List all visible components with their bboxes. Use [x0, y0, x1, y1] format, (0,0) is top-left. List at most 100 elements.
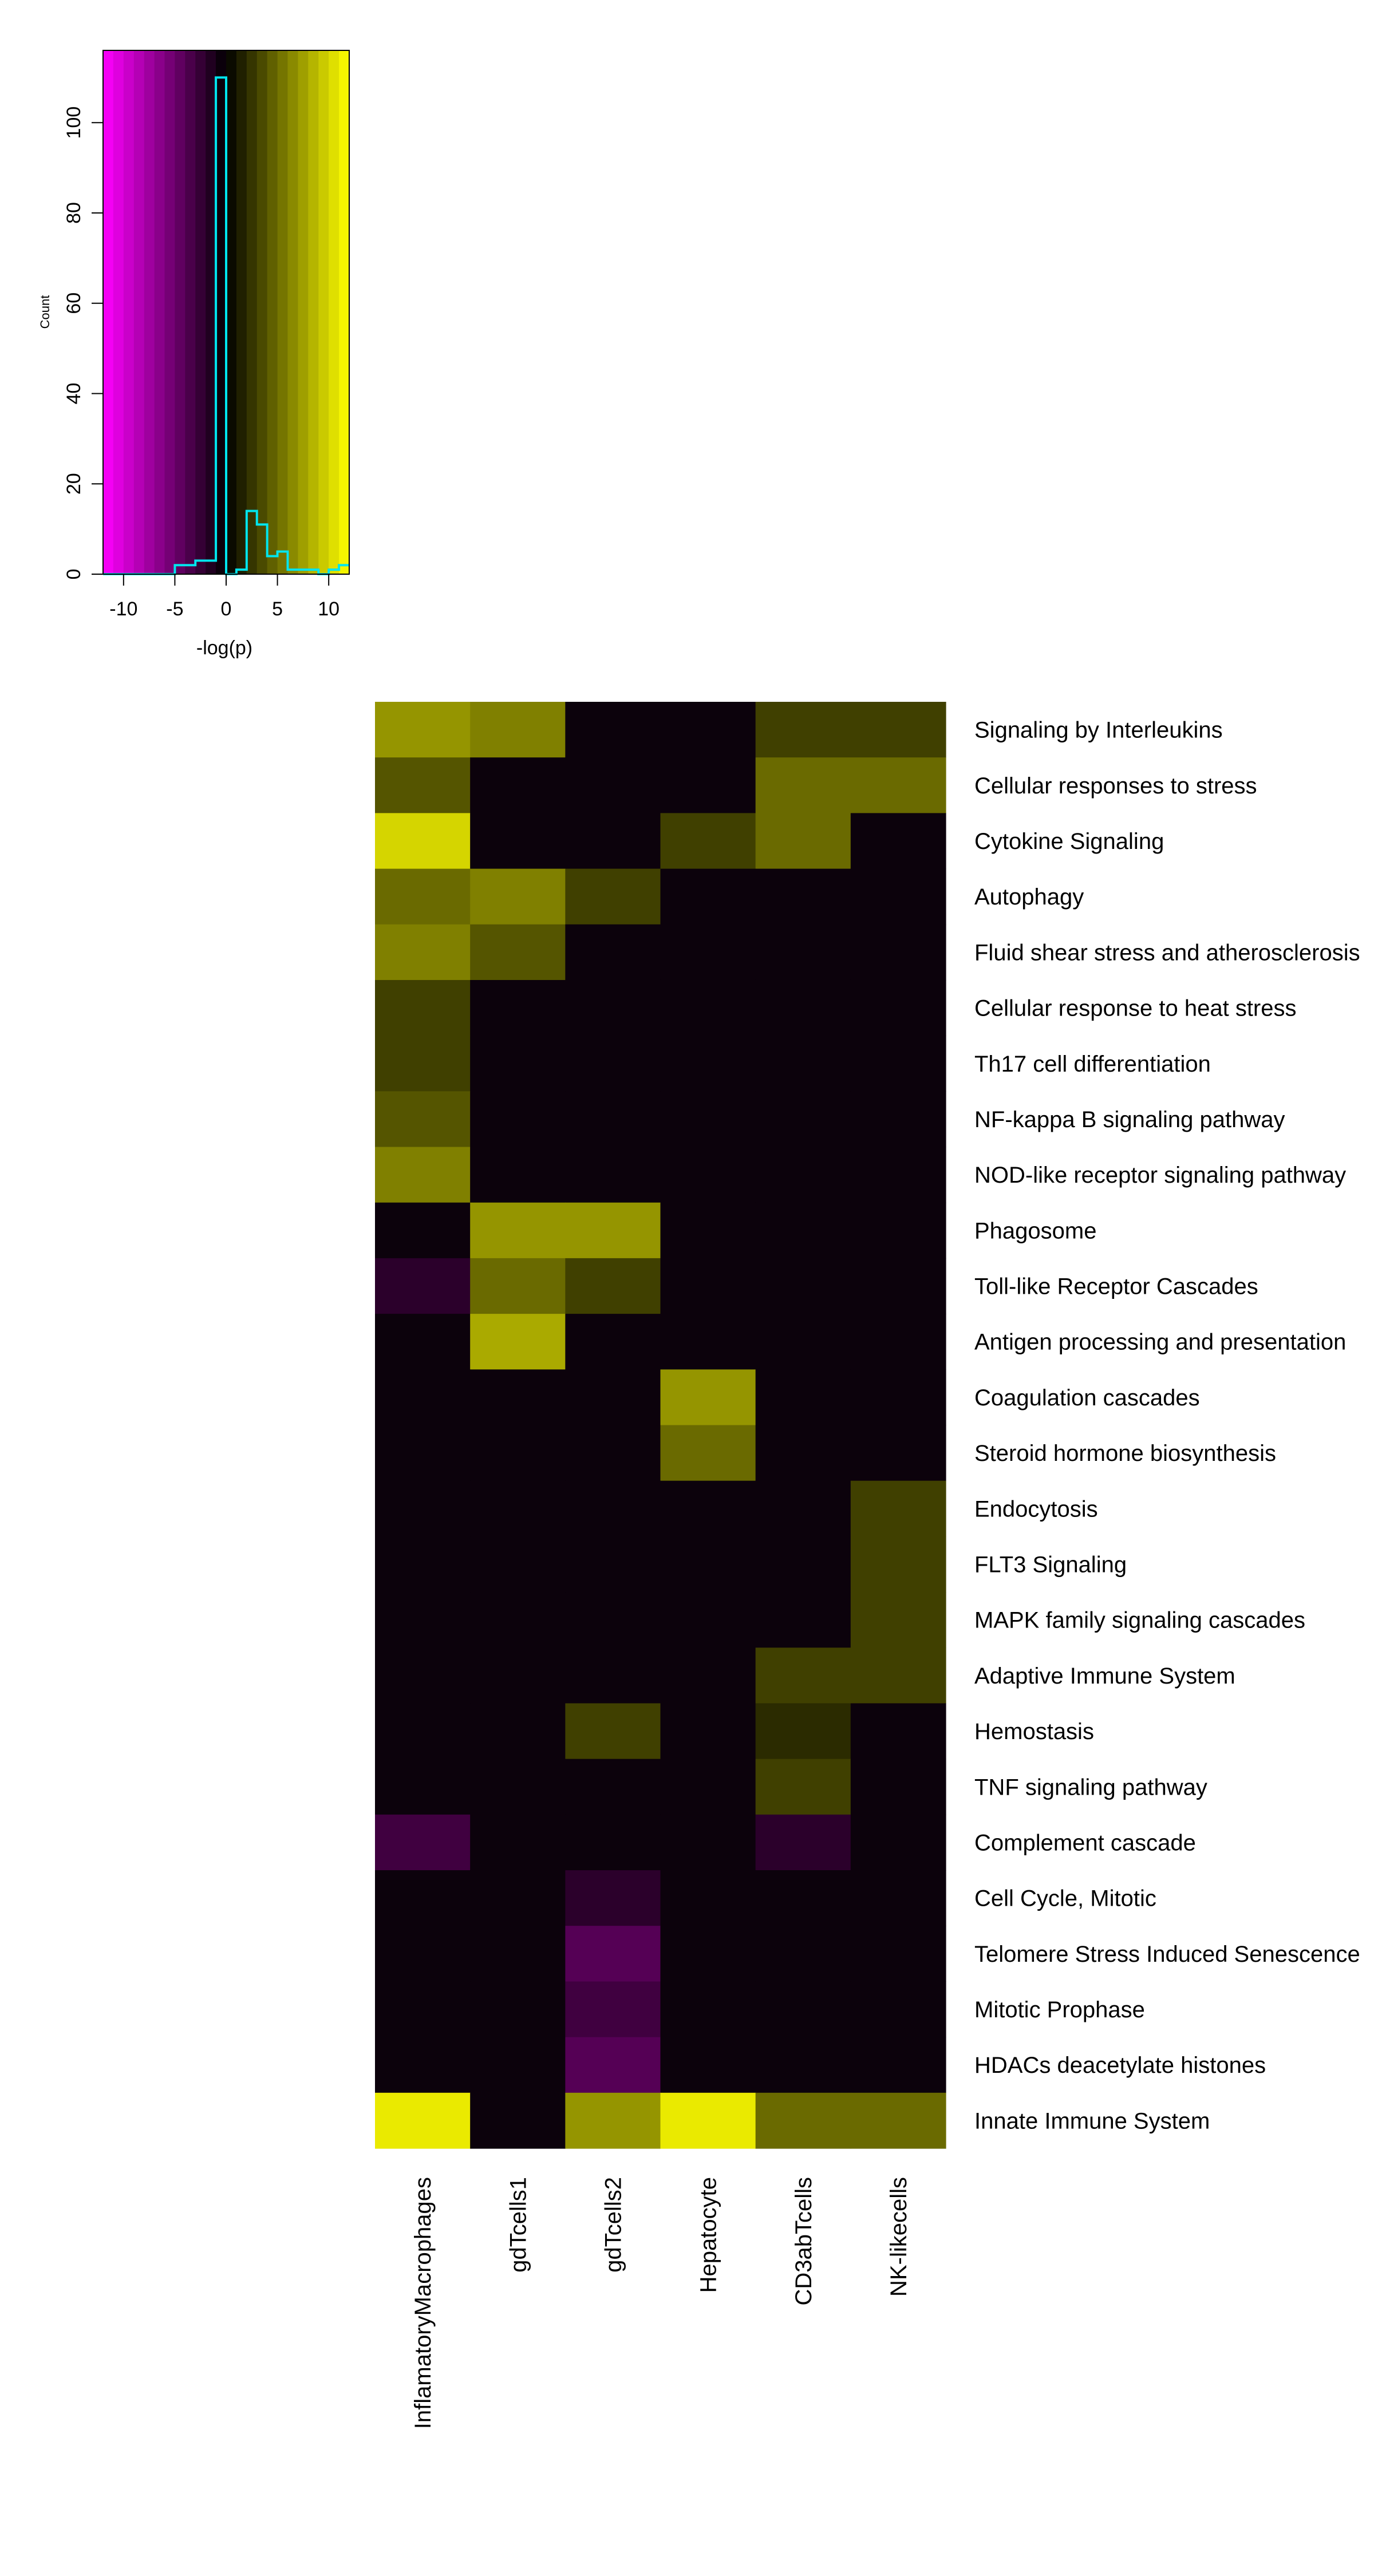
y-tick-label: 0 [63, 569, 85, 580]
heatmap-cell [755, 1202, 851, 1259]
heatmap-cell [375, 979, 471, 1036]
heatmap-cell [565, 1425, 661, 1481]
y-tick-label: 80 [63, 202, 85, 224]
color-key-band [298, 50, 309, 574]
y-tick-label: 60 [63, 293, 85, 314]
row-label: Autophagy [974, 884, 1084, 910]
heatmap-cell [375, 1091, 471, 1148]
figure: -10 -5 0 5 10 0 20 40 60 80 100 -log(p) Count Sig… [0, 0, 1374, 2576]
color-key-band [164, 50, 175, 574]
heatmap-cell [850, 1314, 946, 1370]
heatmap-cell [470, 1091, 566, 1148]
heatmap-cell [755, 1926, 851, 1982]
heatmap-cell [850, 2037, 946, 2093]
heatmap-cell [850, 1480, 946, 1537]
heatmap-cell [755, 979, 851, 1036]
heatmap-cell [660, 1425, 756, 1481]
heatmap-cell [755, 1759, 851, 1815]
heatmap-cell [850, 1147, 946, 1203]
y-tick-label: 100 [63, 106, 85, 139]
heatmap-cell [660, 1091, 756, 1148]
color-key-band [216, 50, 227, 574]
heatmap-cell [565, 813, 661, 870]
heatmap-cell [375, 1147, 471, 1203]
heatmap-cell [660, 2037, 756, 2093]
heatmap-cell [470, 1592, 566, 1648]
row-label: Adaptive Immune System [974, 1664, 1235, 1689]
row-label: Cytokine Signaling [974, 829, 1164, 854]
heatmap-cell [565, 1536, 661, 1593]
color-key-band [103, 50, 114, 574]
heatmap-cell [470, 1369, 566, 1426]
heatmap-cell [660, 1926, 756, 1982]
y-tick-label: 20 [63, 473, 85, 495]
x-tick-label: -10 [109, 598, 137, 620]
heatmap-cell [850, 1981, 946, 2038]
heatmap-cell [850, 1592, 946, 1648]
color-key-band [308, 50, 319, 574]
heatmap-cell [660, 1870, 756, 1926]
color-key-band [123, 50, 135, 574]
heatmap-cell [565, 1258, 661, 1314]
color-key-band [133, 50, 145, 574]
column-label: InflamatoryMacrophages [410, 2177, 436, 2429]
column-label: gdTcells1 [506, 2177, 531, 2273]
heatmap-cell [565, 1314, 661, 1370]
color-key-band [206, 50, 216, 574]
heatmap-cell [850, 813, 946, 870]
heatmap-cell [470, 1147, 566, 1203]
color-key-band [195, 50, 206, 574]
color-key-band [318, 50, 329, 574]
heatmap-cell [755, 2092, 851, 2149]
heatmap-cell [660, 757, 756, 813]
heatmap-cell [850, 868, 946, 925]
heatmap-cell [375, 1425, 471, 1481]
heatmap-cell [565, 1647, 661, 1704]
row-label: Endocytosis [974, 1496, 1098, 1522]
color-key-band [329, 50, 339, 574]
row-label: Innate Immune System [974, 2108, 1210, 2134]
row-label: MAPK family signaling cascades [974, 1608, 1305, 1633]
heatmap-cell [660, 702, 756, 758]
heatmap-cell [470, 1536, 566, 1593]
row-label: FLT3 Signaling [974, 1552, 1127, 1577]
x-tick-label: 5 [272, 598, 283, 620]
heatmap-cell [565, 702, 661, 758]
y-tick-label: 40 [63, 383, 85, 405]
heatmap-cell [850, 757, 946, 813]
heatmap-cell [565, 1814, 661, 1871]
heatmap-cell [375, 1536, 471, 1593]
heatmap-cell [660, 1314, 756, 1370]
heatmap-cell [375, 868, 471, 925]
histogram-x-label: -log(p) [196, 637, 252, 659]
heatmap-cell [565, 1036, 661, 1092]
heatmap-cell [470, 2037, 566, 2093]
heatmap-cell [470, 757, 566, 813]
heatmap-cell [850, 1369, 946, 1426]
heatmap-cell [660, 979, 756, 1036]
column-label: CD3abTcells [791, 2177, 816, 2306]
row-label: Steroid hormone biosynthesis [974, 1441, 1276, 1466]
row-label: Telomere Stress Induced Senescence [974, 1942, 1360, 1967]
heatmap-cell [755, 813, 851, 870]
heatmap-cell [660, 1647, 756, 1704]
heatmap-cell [660, 868, 756, 925]
heatmap-cell [375, 924, 471, 981]
heatmap-cell [470, 1480, 566, 1537]
heatmap-cell [565, 1480, 661, 1537]
heatmap-cell [660, 2092, 756, 2149]
heatmap-cell [565, 979, 661, 1036]
heatmap-cell [565, 924, 661, 981]
heatmap-cell [850, 1258, 946, 1314]
heatmap-cell [660, 1036, 756, 1092]
color-key-band [226, 50, 237, 574]
color-key-band [175, 50, 185, 574]
heatmap-cell [660, 1480, 756, 1537]
heatmap-cell [470, 1425, 566, 1481]
heatmap-cell [755, 1480, 851, 1537]
heatmap-cell [755, 1258, 851, 1314]
heatmap-cell [375, 2092, 471, 2149]
heatmap-cell [375, 1314, 471, 1370]
heatmap-cell [375, 1814, 471, 1871]
heatmap-cell [375, 1981, 471, 2038]
